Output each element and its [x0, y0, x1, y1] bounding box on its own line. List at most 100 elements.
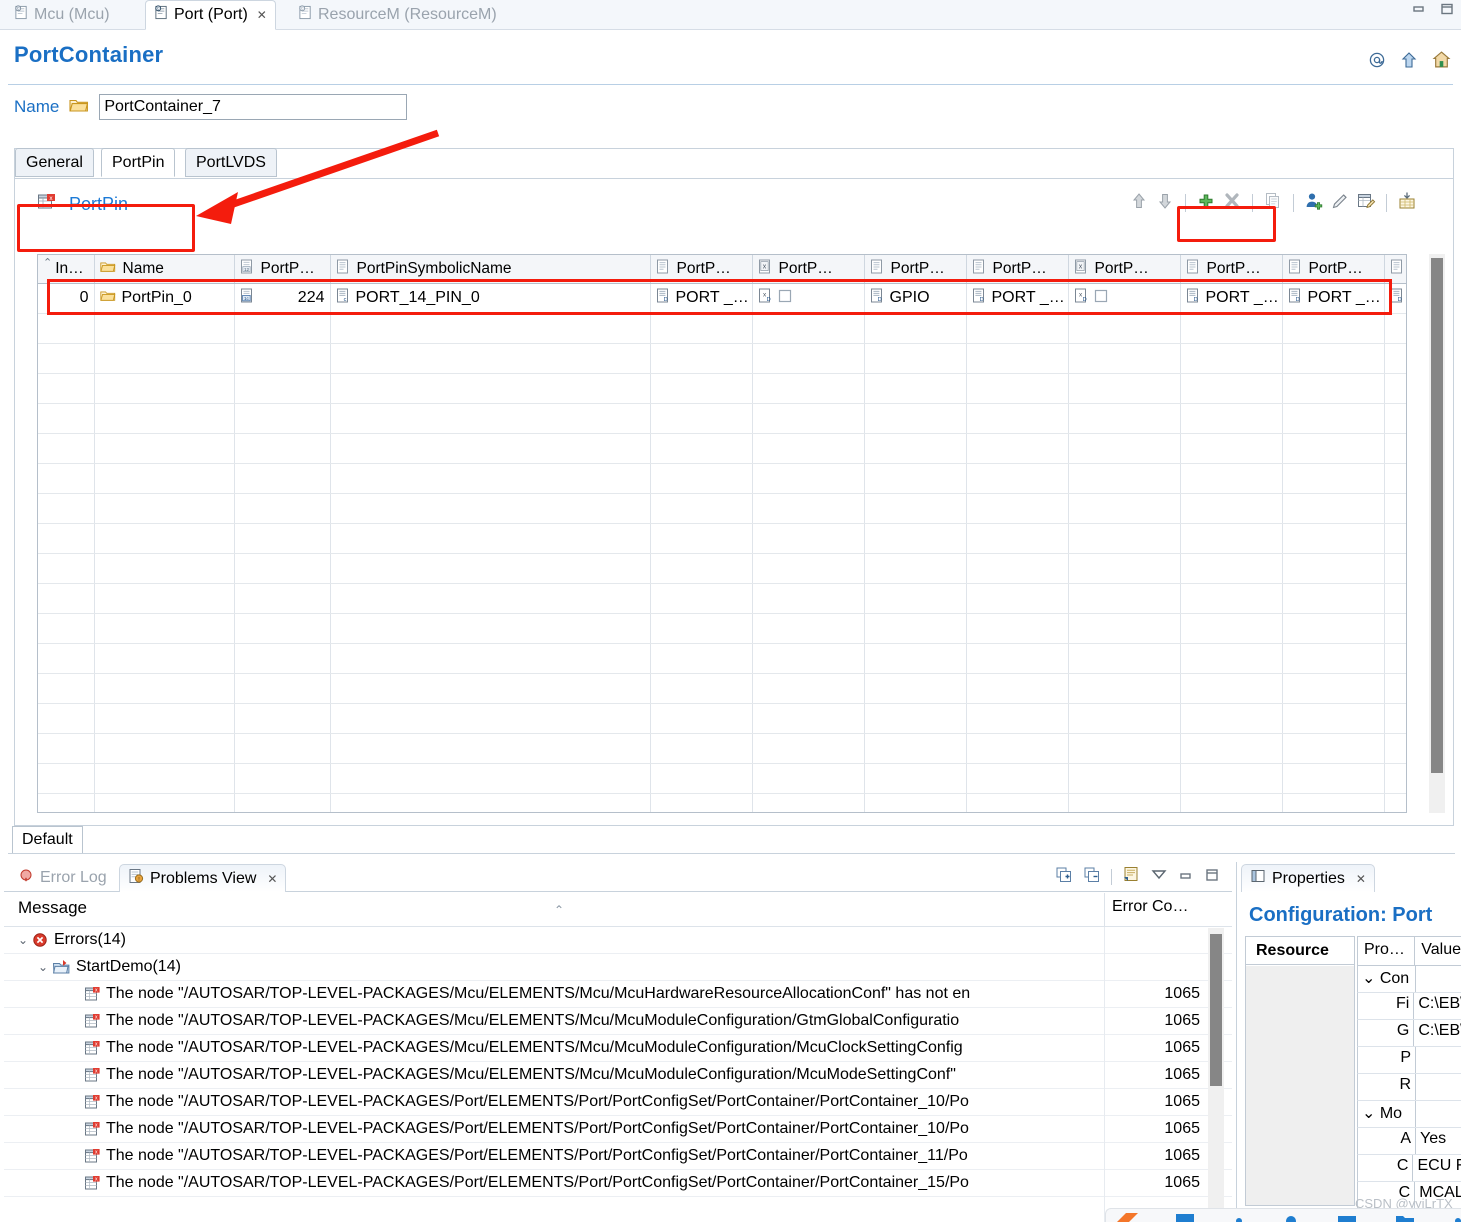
cell-empty[interactable]	[38, 373, 95, 404]
close-icon[interactable]: ✕	[1356, 872, 1366, 886]
cell-empty[interactable]	[94, 373, 235, 404]
table-row-empty[interactable]	[38, 673, 1406, 704]
close-icon[interactable]: ✕	[267, 872, 277, 886]
problem-row[interactable]: ⌄ StartDemo(14)	[4, 954, 1232, 981]
cell-empty[interactable]	[966, 313, 1069, 344]
cell-empty[interactable]	[234, 583, 331, 614]
problem-row[interactable]: x The node "/AUTOSAR/TOP-LEVEL-PACKAGES/M…	[4, 1062, 1232, 1089]
cell-empty[interactable]	[234, 523, 331, 554]
table-row-empty[interactable]	[38, 433, 1406, 464]
cell-empty[interactable]	[1068, 583, 1181, 614]
cell-empty[interactable]	[94, 403, 235, 434]
column-header-message[interactable]: Message	[18, 898, 87, 918]
column-header-property[interactable]: Pro…	[1358, 937, 1416, 965]
cell-empty[interactable]	[330, 733, 651, 764]
problem-row[interactable]: x The node "/AUTOSAR/TOP-LEVEL-PACKAGES/P…	[4, 1170, 1232, 1197]
cell-empty[interactable]	[864, 643, 967, 674]
tab-portlvds[interactable]: PortLVDS	[185, 148, 277, 177]
cell-symbolicname[interactable]: c PORT_14_PIN_0	[330, 283, 651, 314]
problem-row[interactable]: x The node "/AUTOSAR/TOP-LEVEL-PACKAGES/M…	[4, 981, 1232, 1008]
add-icon[interactable]	[1196, 191, 1216, 215]
cell-empty[interactable]	[1384, 703, 1406, 734]
cell-empty[interactable]	[234, 643, 331, 674]
cell-empty[interactable]	[1068, 523, 1181, 554]
cell-empty[interactable]	[864, 373, 967, 404]
cell-empty[interactable]	[1068, 403, 1181, 434]
cell-empty[interactable]	[1282, 613, 1385, 644]
property-row[interactable]: ⌄ Mo	[1357, 1101, 1461, 1128]
app-folder-icon[interactable]	[1394, 1211, 1416, 1222]
table-row-empty[interactable]	[38, 343, 1406, 374]
cell-empty[interactable]	[1180, 493, 1283, 524]
editor-tab-resourcem[interactable]: C ResourceM (ResourceM)	[290, 0, 505, 30]
cell-empty[interactable]	[1180, 613, 1283, 644]
app-keyboard-icon[interactable]	[1336, 1211, 1358, 1222]
cell-empty[interactable]	[650, 613, 753, 644]
cell-8[interactable]: D PORT _…	[966, 283, 1069, 314]
cell-empty[interactable]	[234, 343, 331, 374]
cell-12[interactable]: DPO R	[1384, 283, 1406, 314]
cell-empty[interactable]	[650, 763, 753, 794]
cell-empty[interactable]	[864, 433, 967, 464]
cell-empty[interactable]	[330, 313, 651, 344]
cell-7[interactable]: D GPIO	[864, 283, 967, 314]
cell-empty[interactable]	[752, 733, 865, 764]
cell-empty[interactable]	[94, 673, 235, 704]
cell-empty[interactable]	[752, 643, 865, 674]
cell-empty[interactable]	[650, 463, 753, 494]
cell-empty[interactable]	[864, 493, 967, 524]
cell-empty[interactable]	[752, 343, 865, 374]
cell-empty[interactable]	[330, 553, 651, 584]
cell-empty[interactable]	[1282, 403, 1385, 434]
cell-empty[interactable]	[234, 463, 331, 494]
tab-problems-view[interactable]: ! Problems View ✕	[119, 864, 287, 892]
problem-row[interactable]: x The node "/AUTOSAR/TOP-LEVEL-PACKAGES/M…	[4, 1008, 1232, 1035]
editor-tab-port[interactable]: C Port (Port) ✕	[145, 0, 276, 30]
cell-empty[interactable]	[1180, 403, 1283, 434]
cell-empty[interactable]	[38, 613, 95, 644]
cell-empty[interactable]	[1180, 643, 1283, 674]
tab-portpin[interactable]: PortPin	[101, 148, 176, 177]
cell-empty[interactable]	[752, 523, 865, 554]
cell-empty[interactable]	[966, 463, 1069, 494]
problem-row[interactable]: x The node "/AUTOSAR/TOP-LEVEL-PACKAGES/P…	[4, 1116, 1232, 1143]
cell-portpinid[interactable]: 1c 224	[234, 283, 331, 314]
cell-empty[interactable]	[650, 703, 753, 734]
cell-empty[interactable]	[864, 613, 967, 644]
remove-icon[interactable]	[1222, 191, 1242, 215]
table-row-empty[interactable]	[38, 523, 1406, 554]
cell-empty[interactable]	[234, 373, 331, 404]
cell-empty[interactable]	[1384, 673, 1406, 704]
cell-empty[interactable]	[1282, 523, 1385, 554]
collapse-all-icon[interactable]	[1083, 866, 1101, 888]
minimize-icon[interactable]	[1178, 869, 1194, 886]
col-portpinid[interactable]: 12 PortP…	[234, 255, 331, 284]
cell-empty[interactable]	[864, 583, 967, 614]
maximize-icon[interactable]	[1204, 868, 1220, 886]
cell-empty[interactable]	[752, 703, 865, 734]
cell-empty[interactable]	[38, 733, 95, 764]
cell-empty[interactable]	[1282, 313, 1385, 344]
cell-empty[interactable]	[1180, 463, 1283, 494]
table-row-empty[interactable]	[38, 403, 1406, 434]
cell-empty[interactable]	[1068, 313, 1181, 344]
cell-empty[interactable]	[1282, 643, 1385, 674]
cell-empty[interactable]	[330, 463, 651, 494]
tab-error-log[interactable]: Error Log	[10, 864, 115, 892]
cell-empty[interactable]	[1068, 373, 1181, 404]
table-row-empty[interactable]	[38, 463, 1406, 494]
cell-empty[interactable]	[650, 343, 753, 374]
app-dots-icon[interactable]	[1452, 1211, 1461, 1222]
cell-empty[interactable]	[38, 793, 95, 812]
cell-empty[interactable]	[234, 703, 331, 734]
table-row-empty[interactable]	[38, 643, 1406, 674]
cell-empty[interactable]	[966, 793, 1069, 812]
cell-empty[interactable]	[1282, 343, 1385, 374]
table-row-empty[interactable]	[38, 493, 1406, 524]
import-table-icon[interactable]	[1397, 191, 1417, 215]
cell-empty[interactable]	[330, 673, 651, 704]
cell-empty[interactable]	[234, 403, 331, 434]
col-index[interactable]: ⌃ In…	[38, 255, 95, 284]
cell-empty[interactable]	[234, 433, 331, 464]
cell-empty[interactable]	[234, 793, 331, 812]
